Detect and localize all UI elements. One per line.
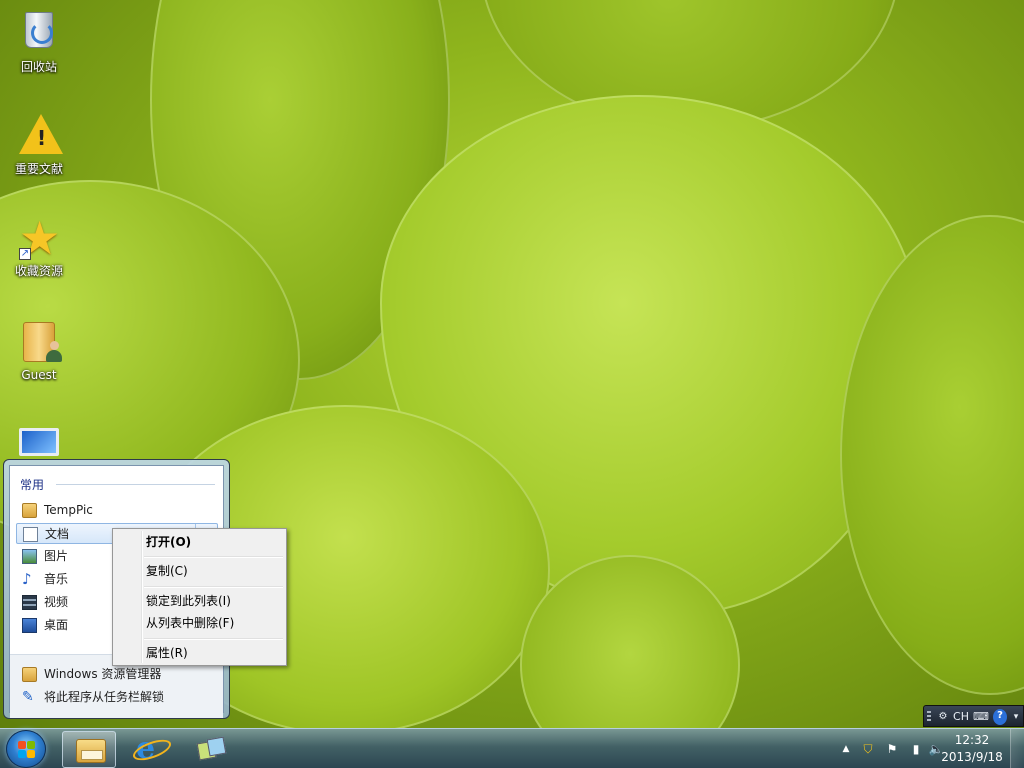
keyboard-icon[interactable]: ⌨: [972, 709, 990, 725]
jump-list-divider: [56, 484, 215, 485]
network-icon[interactable]: ▮: [908, 741, 924, 757]
context-menu-separator: [144, 586, 283, 588]
jump-list-task-label: Windows 资源管理器: [44, 667, 162, 681]
context-menu-properties[interactable]: 属性(R): [116, 642, 284, 664]
jump-list-task-label: 将此程序从任务栏解锁: [44, 690, 165, 704]
music-icon: ♪: [22, 570, 32, 588]
security-shield-icon[interactable]: ⛉: [860, 741, 876, 757]
desktop-icon-label: 回收站: [20, 60, 57, 74]
context-menu-remove-from-list[interactable]: 从列表中删除(F): [116, 612, 284, 634]
jump-list-item-label: 文档: [45, 527, 70, 541]
taskbar: e ▲ ⛉ ⚑ ▮ 🔈 12:32 2013/9/18: [0, 728, 1024, 768]
taskbar-app-switcher[interactable]: [186, 731, 240, 768]
clock-time: 12:32: [954, 733, 990, 747]
videos-icon: [22, 595, 37, 610]
jump-list-task-unpin[interactable]: ✎ 将此程序从任务栏解锁: [16, 687, 218, 708]
taskbar-app-internet-explorer[interactable]: e: [124, 731, 178, 768]
user-folder-icon: [19, 322, 62, 366]
desktop-icon-guest[interactable]: Guest: [3, 320, 75, 382]
desktop-icon: [22, 618, 37, 633]
jump-list-item-label: TempPic: [44, 503, 93, 517]
context-menu-copy[interactable]: 复制(C): [116, 560, 284, 582]
desktop-icon-favorites[interactable]: ★ ↗ 收藏资源: [3, 211, 75, 279]
jump-list-item-label: 视频: [44, 595, 69, 609]
context-menu-open[interactable]: 打开(O): [116, 531, 284, 553]
desktop-icon-label: Guest: [21, 368, 57, 382]
ie-icon: e: [136, 731, 156, 766]
desktop-icon-important-docs[interactable]: ! 重要文献: [3, 112, 75, 177]
clock-date: 2013/9/18: [941, 750, 1003, 764]
context-menu-separator: [144, 556, 283, 558]
pictures-icon: [22, 549, 37, 564]
context-menu-separator: [144, 638, 283, 640]
windows-logo-icon: [18, 741, 36, 759]
jump-list-item-label: 桌面: [44, 618, 69, 632]
jump-list-item-temppic[interactable]: TempPic: [16, 500, 218, 521]
recycle-bin-icon: [19, 12, 59, 56]
jump-list-header: 常用: [20, 478, 45, 492]
explorer-icon: [22, 667, 37, 682]
context-menu-pin-to-list[interactable]: 锁定到此列表(I): [116, 590, 284, 612]
unpin-icon: ✎: [22, 689, 34, 705]
taskbar-app-explorer[interactable]: [62, 731, 116, 768]
jump-list-task-explorer[interactable]: Windows 资源管理器: [16, 664, 218, 685]
show-hidden-icons-icon[interactable]: ▲: [838, 741, 854, 757]
jump-list-item-label: 图片: [44, 549, 69, 563]
star-shortcut-icon: ★ ↗: [19, 211, 61, 265]
jump-list-item-label: 音乐: [44, 572, 69, 586]
language-bar: ⚙ CH ⌨ ? ▾: [923, 705, 1024, 727]
input-settings-icon[interactable]: ⚙: [936, 709, 950, 725]
warning-icon: !: [19, 114, 63, 158]
desktop-icon-label: 重要文献: [14, 162, 63, 176]
show-desktop-button[interactable]: [1010, 729, 1024, 768]
desktop-icon-recycle-bin[interactable]: 回收站: [3, 8, 75, 75]
language-bar-options-icon[interactable]: ▾: [1010, 709, 1022, 725]
help-icon[interactable]: ?: [993, 709, 1007, 725]
documents-icon: [23, 527, 38, 542]
context-menu: 打开(O) 复制(C) 锁定到此列表(I) 从列表中删除(F) 属性(R): [112, 528, 287, 666]
folder-icon: [22, 503, 37, 518]
taskbar-clock[interactable]: 12:32 2013/9/18: [938, 732, 1006, 766]
language-bar-grip[interactable]: [927, 711, 931, 723]
system-tray: ▲ ⛉ ⚑ ▮ 🔈: [836, 729, 944, 768]
explorer-folder-icon: [76, 739, 106, 763]
action-center-flag-icon[interactable]: ⚑: [884, 741, 900, 757]
start-button[interactable]: [6, 730, 46, 768]
language-indicator[interactable]: CH: [952, 709, 970, 725]
